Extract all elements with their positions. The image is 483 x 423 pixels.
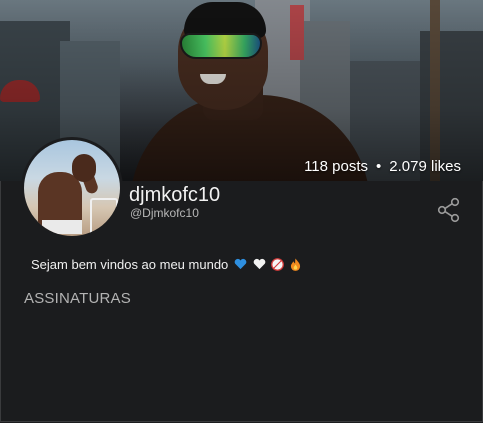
profile-stats: 118 posts • 2.079 likes xyxy=(304,158,461,175)
blue-heart-icon xyxy=(234,258,247,273)
display-name: djmkofc10 xyxy=(129,184,221,206)
fire-icon xyxy=(290,258,301,274)
bio: Sejam bem vindos ao meu mundo xyxy=(31,257,301,274)
eighteen-plus-icon xyxy=(271,257,285,274)
stats-separator: • xyxy=(376,158,382,175)
share-button[interactable] xyxy=(436,197,462,223)
share-icon xyxy=(437,197,460,223)
likes-count: 2.079 likes xyxy=(389,158,461,175)
white-heart-icon xyxy=(253,258,266,273)
username-handle: @Djmkofc10 xyxy=(130,206,199,220)
posts-count: 118 posts xyxy=(304,158,369,175)
bio-text: Sejam bem vindos ao meu mundo xyxy=(31,257,229,272)
avatar[interactable] xyxy=(21,137,123,239)
subscriptions-section-title: ASSINATURAS xyxy=(24,290,131,307)
